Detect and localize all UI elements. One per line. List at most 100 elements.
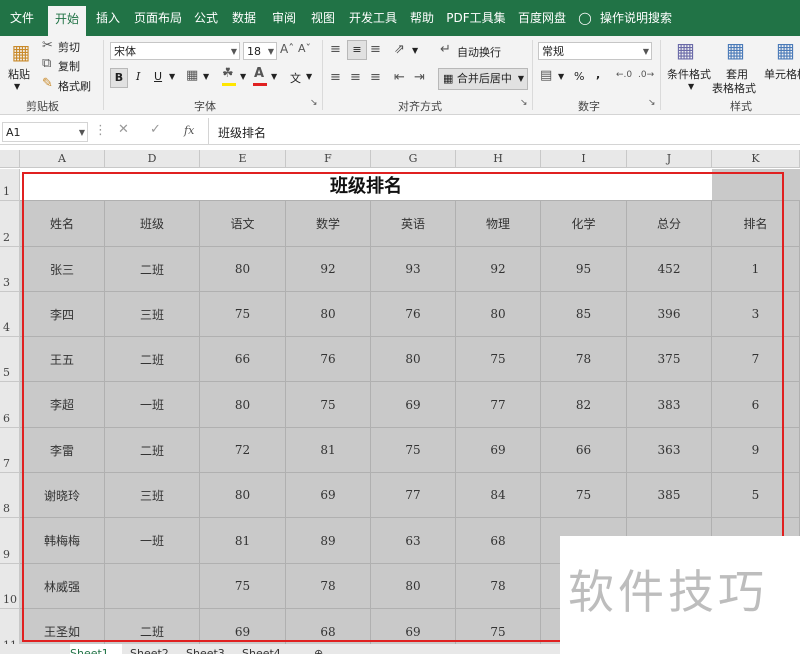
table-cell[interactable]: 李超 — [20, 382, 105, 428]
sheet-tab-2[interactable]: Sheet2 — [130, 644, 176, 654]
header-cell[interactable]: 总分 — [627, 201, 712, 247]
insert-function-icon[interactable]: fx — [184, 124, 194, 137]
column-header[interactable]: D — [105, 150, 200, 168]
table-cell[interactable]: 84 — [456, 473, 541, 518]
table-cell[interactable]: 69 — [371, 382, 456, 428]
table-cell[interactable]: 363 — [627, 428, 712, 473]
wrap-text-button[interactable]: 自动换行 — [457, 44, 501, 60]
percent-button[interactable]: % — [574, 70, 584, 83]
header-cell[interactable]: 姓名 — [20, 201, 105, 247]
align-top-icon[interactable]: ≡ — [330, 42, 341, 57]
tab-help[interactable]: 帮助 — [404, 0, 440, 36]
table-cell[interactable]: 69 — [286, 473, 371, 518]
chevron-down-icon[interactable]: ▼ — [306, 72, 312, 81]
copy-button[interactable]: 复制 — [58, 58, 80, 74]
header-cell[interactable]: 英语 — [371, 201, 456, 247]
confirm-entry-icon[interactable]: ✓ — [150, 122, 161, 137]
row-header[interactable]: 1 — [0, 169, 20, 201]
header-cell[interactable]: 物理 — [456, 201, 541, 247]
table-cell[interactable]: 9 — [712, 428, 800, 473]
table-cell[interactable]: 92 — [456, 247, 541, 292]
table-cell[interactable]: 80 — [286, 292, 371, 337]
table-cell[interactable]: 一班 — [105, 382, 200, 428]
column-header[interactable]: G — [371, 150, 456, 168]
sheet-tab-1[interactable]: Sheet1 — [70, 644, 122, 654]
borders-icon[interactable]: ▦ — [186, 68, 198, 83]
table-cell[interactable]: 3 — [712, 292, 800, 337]
table-cell[interactable]: 75 — [200, 564, 286, 609]
table-cell[interactable]: 81 — [286, 428, 371, 473]
table-cell[interactable]: 76 — [371, 292, 456, 337]
table-cell[interactable]: 72 — [200, 428, 286, 473]
table-cell[interactable]: 二班 — [105, 247, 200, 292]
table-cell[interactable]: 王五 — [20, 337, 105, 382]
table-cell[interactable]: 77 — [371, 473, 456, 518]
column-header[interactable]: J — [627, 150, 712, 168]
table-cell[interactable]: 452 — [627, 247, 712, 292]
table-cell[interactable]: 89 — [286, 518, 371, 564]
row-header[interactable]: 3 — [0, 247, 20, 292]
accounting-format-icon[interactable]: ▤ — [540, 68, 552, 83]
table-cell[interactable]: 一班 — [105, 518, 200, 564]
table-cell[interactable]: 92 — [286, 247, 371, 292]
tab-formulas[interactable]: 公式 — [190, 0, 222, 36]
table-cell[interactable]: 69 — [456, 428, 541, 473]
paste-button[interactable]: 粘贴 — [8, 66, 30, 82]
column-header[interactable]: K — [712, 150, 800, 168]
decrease-font-icon[interactable]: Aˇ — [298, 42, 311, 55]
header-cell[interactable]: 班级 — [105, 201, 200, 247]
header-cell[interactable]: 排名 — [712, 201, 800, 247]
table-cell[interactable]: 78 — [286, 564, 371, 609]
table-cell[interactable]: 80 — [200, 382, 286, 428]
chevron-down-icon[interactable]: ▼ — [558, 72, 564, 81]
align-bottom-icon[interactable]: ≡ — [370, 42, 381, 57]
phonetic-icon[interactable]: 文 — [290, 70, 301, 86]
merge-center-button[interactable]: ▦ 合并后居中 ▼ — [438, 68, 528, 90]
table-cell[interactable]: 二班 — [105, 428, 200, 473]
table-cell[interactable]: 75 — [541, 473, 627, 518]
row-header[interactable]: 8 — [0, 473, 20, 518]
table-cell[interactable]: 80 — [456, 292, 541, 337]
decrease-decimal-icon[interactable]: .0→ — [638, 70, 654, 80]
italic-button[interactable]: I — [136, 70, 140, 83]
chevron-down-icon[interactable]: ▼ — [203, 72, 209, 81]
column-header[interactable]: H — [456, 150, 541, 168]
fill-color-icon[interactable]: ☘ — [222, 66, 234, 81]
increase-font-icon[interactable]: Aˆ — [280, 42, 294, 56]
table-cell[interactable]: 95 — [541, 247, 627, 292]
table-cell[interactable]: 1 — [712, 247, 800, 292]
bold-button[interactable]: B — [110, 68, 128, 88]
font-name-select[interactable]: 宋体 ▼ — [110, 42, 240, 60]
orientation-icon[interactable]: ⇗ — [394, 42, 405, 57]
tab-view[interactable]: 视图 — [306, 0, 340, 36]
table-cell[interactable]: 75 — [286, 382, 371, 428]
align-right-icon[interactable]: ≡ — [370, 70, 381, 85]
dialog-launcher-icon[interactable]: ↘ — [310, 98, 318, 108]
table-cell[interactable]: 谢晓玲 — [20, 473, 105, 518]
table-cell[interactable]: 5 — [712, 473, 800, 518]
row-header[interactable]: 2 — [0, 201, 20, 247]
sheet-tab-3[interactable]: Sheet3 — [186, 644, 232, 654]
header-cell[interactable]: 化学 — [541, 201, 627, 247]
formula-input[interactable]: 班级排名 — [218, 124, 266, 141]
table-cell[interactable]: 375 — [627, 337, 712, 382]
table-cell[interactable]: 63 — [371, 518, 456, 564]
increase-decimal-icon[interactable]: ←.0 — [616, 70, 632, 80]
cell-styles-button[interactable]: 单元格样 — [764, 66, 800, 82]
table-cell[interactable]: 二班 — [105, 337, 200, 382]
row-header[interactable]: 7 — [0, 428, 20, 473]
column-header[interactable]: I — [541, 150, 627, 168]
title-cell[interactable]: 班级排名 — [20, 169, 712, 201]
chevron-down-icon[interactable]: ▼ — [14, 82, 20, 91]
align-left-icon[interactable]: ≡ — [330, 70, 341, 85]
table-cell[interactable]: 77 — [456, 382, 541, 428]
table-cell[interactable]: 6 — [712, 382, 800, 428]
row-header[interactable]: 4 — [0, 292, 20, 337]
column-header[interactable]: E — [200, 150, 286, 168]
add-sheet-icon[interactable]: ⊕ — [314, 644, 330, 654]
name-box[interactable]: A1 ▼ — [2, 122, 88, 142]
table-cell[interactable]: 80 — [371, 564, 456, 609]
row-header[interactable]: 5 — [0, 337, 20, 382]
font-size-select[interactable]: 18 ▼ — [243, 42, 277, 60]
cancel-entry-icon[interactable]: ✕ — [118, 122, 129, 137]
